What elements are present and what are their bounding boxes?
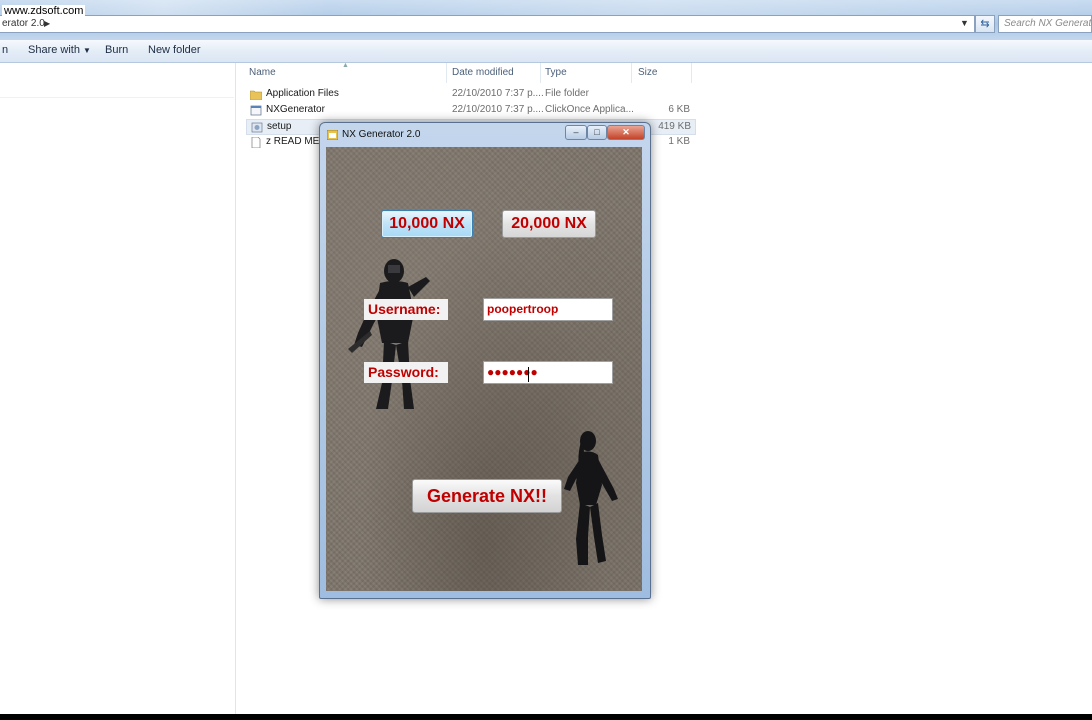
generate-nx-button[interactable]: Generate NX!! xyxy=(412,479,562,513)
password-input[interactable]: ●●●●●●● xyxy=(483,361,613,384)
folder-icon xyxy=(250,90,262,100)
column-header-name-label: Name xyxy=(249,67,276,78)
nav-item[interactable] xyxy=(0,77,234,98)
close-button[interactable]: ✕ xyxy=(607,125,645,140)
column-header-size[interactable]: Size xyxy=(632,63,692,83)
file-name: setup xyxy=(267,121,292,132)
file-row[interactable]: Application Files 22/10/2010 7:37 p.... … xyxy=(246,87,696,103)
screen-bottom-edge xyxy=(0,714,1092,720)
address-path: erator 2.0 xyxy=(2,18,45,29)
column-header-type-label: Type xyxy=(545,67,567,78)
password-masked-value: ●●●●●●● xyxy=(487,365,538,379)
username-input[interactable]: poopertroop xyxy=(483,298,613,321)
sort-arrow-icon: ▲ xyxy=(342,62,349,69)
column-header-size-label: Size xyxy=(638,67,658,78)
address-bar[interactable]: erator 2.0 ▶ ▼ xyxy=(0,15,975,33)
file-type: ClickOnce Applica... xyxy=(545,104,634,115)
screen: www.zdsoft.com erator 2.0 ▶ ▼ ⇆ Search N… xyxy=(0,0,1092,714)
file-name: z READ ME z xyxy=(266,136,328,147)
file-size: 6 KB xyxy=(668,104,690,115)
file-date: 22/10/2010 7:37 p.... xyxy=(452,104,544,115)
chevron-down-icon[interactable]: ▼ xyxy=(960,18,969,28)
share-with-button[interactable]: Share with ▼ xyxy=(28,44,91,56)
new-folder-button[interactable]: New folder xyxy=(148,44,201,56)
file-row[interactable]: NXGenerator 22/10/2010 7:37 p.... ClickO… xyxy=(246,103,696,119)
nx-generator-window[interactable]: NX Generator 2.0 – □ ✕ 10,000 NX 20,000 … xyxy=(319,122,651,599)
search-placeholder: Search NX Generator xyxy=(1004,18,1092,29)
20000-nx-button[interactable]: 20,000 NX xyxy=(502,210,596,238)
column-header-date-label: Date modified xyxy=(452,67,514,78)
burn-button[interactable]: Burn xyxy=(105,44,128,56)
navigation-pane[interactable] xyxy=(0,63,236,714)
window-title: NX Generator 2.0 xyxy=(342,129,421,140)
maximize-button[interactable]: □ xyxy=(587,125,607,140)
column-headers: Name ▲ Date modified Type Size xyxy=(236,62,696,85)
10000-nx-button[interactable]: 10,000 NX xyxy=(381,210,473,238)
app-window-icon xyxy=(327,130,338,140)
organize-button[interactable]: n xyxy=(2,44,8,56)
search-input[interactable]: Search NX Generator xyxy=(998,15,1092,33)
text-file-icon xyxy=(251,137,261,148)
password-label: Password: xyxy=(364,362,448,383)
command-toolbar: n Share with ▼ Burn New folder xyxy=(0,40,1092,63)
application-icon xyxy=(250,105,262,116)
text-caret xyxy=(528,367,529,382)
file-type: File folder xyxy=(545,88,589,99)
column-header-date[interactable]: Date modified xyxy=(446,63,541,83)
watermark: www.zdsoft.com xyxy=(2,5,86,18)
breadcrumb-arrow-icon[interactable]: ▶ xyxy=(44,19,50,28)
share-with-label: Share with xyxy=(28,44,80,56)
minimize-button[interactable]: – xyxy=(565,125,587,140)
file-name: Application Files xyxy=(266,88,339,99)
window-client-area: 10,000 NX 20,000 NX Username: poopertroo… xyxy=(326,147,642,591)
file-date: 22/10/2010 7:37 p.... xyxy=(452,88,544,99)
column-header-type[interactable]: Type xyxy=(539,63,632,83)
username-label: Username: xyxy=(364,299,448,320)
female-figure-image xyxy=(564,431,618,565)
chevron-down-icon: ▼ xyxy=(83,46,91,55)
setup-icon xyxy=(251,122,263,133)
soldier-figure-image xyxy=(348,259,430,409)
file-name: NXGenerator xyxy=(266,104,325,115)
refresh-icon[interactable]: ⇆ xyxy=(975,15,995,33)
